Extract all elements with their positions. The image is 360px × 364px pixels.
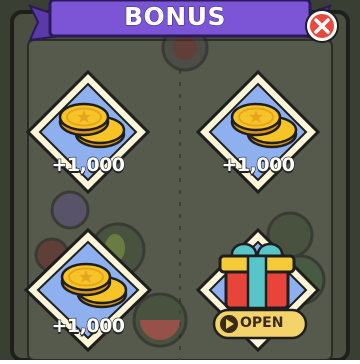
- gift-box-icon: [218, 242, 296, 310]
- title-banner: [28, 0, 332, 42]
- bonus-dialog: [0, 0, 360, 362]
- open-gift-button[interactable]: [214, 310, 306, 338]
- close-button[interactable]: [306, 10, 338, 42]
